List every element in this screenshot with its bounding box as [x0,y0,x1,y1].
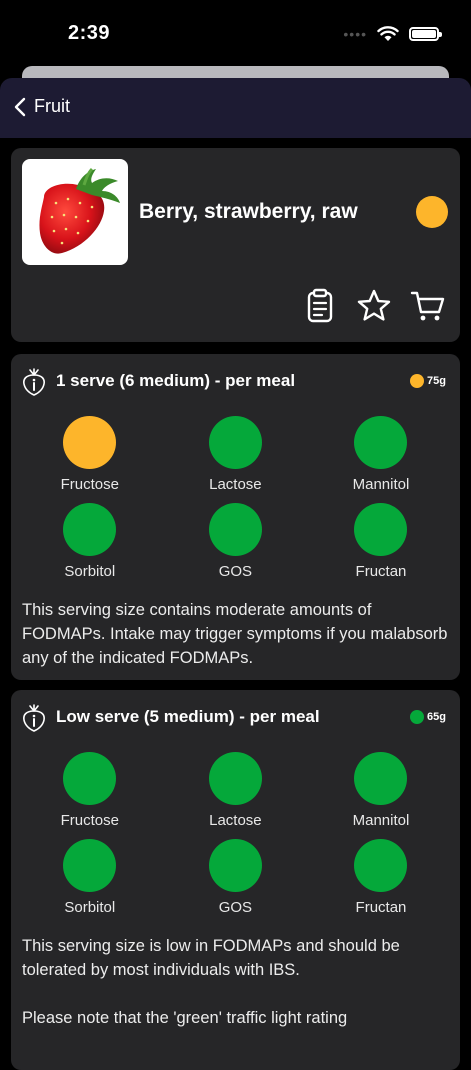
fodmap-fructose: Fructose [17,752,163,829]
food-name: Berry, strawberry, raw [139,200,358,223]
fodmap-grid: Fructose Lactose Mannitol Sorbitol GOS F… [17,752,454,916]
star-icon[interactable] [356,288,392,324]
chevron-left-icon [14,97,26,116]
serve-card: Low serve (5 medium) - per meal 65g Fruc… [11,690,460,1070]
strawberry-info-icon[interactable] [21,368,47,396]
fodmap-gos: GOS [163,839,309,916]
fodmap-label: Fructose [60,812,119,829]
food-actions [302,288,446,324]
fodmap-label: Fructose [60,476,119,493]
fodmap-grid: Fructose Lactose Mannitol Sorbitol GOS F… [17,416,454,580]
fodmap-sorbitol: Sorbitol [17,503,163,580]
serve-weight: 75g [410,374,446,388]
fodmap-label: Lactose [209,812,262,829]
fodmap-label: GOS [218,899,253,916]
serve-note: Please note that the 'green' traffic lig… [22,1009,348,1027]
back-label: Fruit [34,96,70,116]
fodmap-label: Sorbitol [64,899,116,916]
fodmap-fructose: Fructose [17,416,163,493]
navigation-bar: Fruit [0,78,471,138]
fodmap-mannitol: Mannitol [308,752,454,829]
fodmap-fructan: Fructan [308,503,454,580]
fodmap-indicator [63,839,117,892]
fodmap-gos: GOS [163,503,309,580]
fodmap-label: Mannitol [352,812,410,829]
fodmap-indicator [63,416,117,469]
fodmap-indicator [208,752,262,805]
serve-header: 1 serve (6 medium) - per meal 75g [21,368,450,396]
food-card: Berry, strawberry, raw [11,148,460,342]
fodmap-lactose: Lactose [163,416,309,493]
fodmap-sorbitol: Sorbitol [17,839,163,916]
fodmap-fructan: Fructan [308,839,454,916]
status-time: 2:39 [68,22,111,44]
serve-description: This serving size contains moderate amou… [22,601,448,667]
serve-weight: 65g [410,710,446,724]
fodmap-indicator [354,416,408,469]
fodmap-indicator [63,752,117,805]
fodmap-indicator [354,752,408,805]
serve-title: 1 serve (6 medium) - per meal [56,371,296,390]
fodmap-indicator [208,416,262,469]
back-button[interactable]: Fruit [14,96,70,117]
fodmap-indicator [63,503,117,556]
signal-icon: •••• [343,26,367,42]
fodmap-indicator [354,503,408,556]
fodmap-indicator [208,503,262,556]
status-bar: 2:39 •••• [0,0,471,70]
serve-card: 1 serve (6 medium) - per meal 75g Fructo… [11,354,460,680]
serve-header: Low serve (5 medium) - per meal 65g [21,704,450,732]
status-icons: •••• [343,26,442,42]
battery-icon [409,27,442,41]
fodmap-indicator [208,839,262,892]
serve-weight-value: 65g [427,711,446,723]
fodmap-mannitol: Mannitol [308,416,454,493]
strawberry-image [39,167,120,254]
serve-rating-dot [410,374,425,388]
cart-icon[interactable] [410,288,446,324]
fodmap-label: Sorbitol [64,563,116,580]
food-image [22,159,128,265]
strawberry-info-icon[interactable] [21,704,47,732]
clipboard-icon[interactable] [302,288,338,324]
serve-title: Low serve (5 medium) - per meal [56,707,320,726]
fodmap-label: GOS [218,563,253,580]
serve-rating-dot [410,710,425,724]
fodmap-label: Fructan [355,899,407,916]
fodmap-label: Lactose [209,476,262,493]
serve-weight-value: 75g [427,375,446,387]
wifi-icon [377,26,399,41]
fodmap-label: Mannitol [352,476,410,493]
fodmap-label: Fructan [355,563,407,580]
fodmap-indicator [354,839,408,892]
fodmap-lactose: Lactose [163,752,309,829]
serve-description: This serving size is low in FODMAPs and … [22,937,400,979]
food-rating-indicator [416,196,448,228]
